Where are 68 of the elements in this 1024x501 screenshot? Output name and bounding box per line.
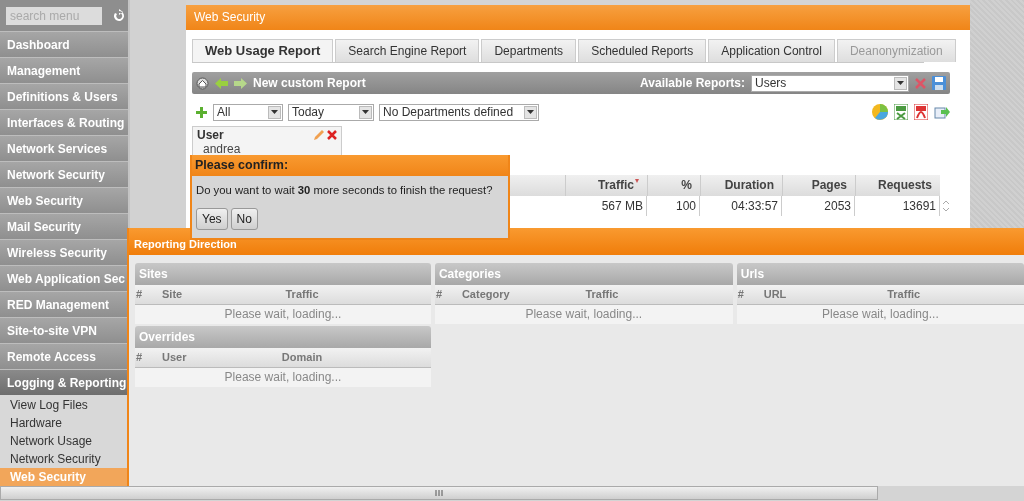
menu-item[interactable]: Wireless Security [0, 239, 128, 265]
table-cell: 567 MB [565, 196, 647, 216]
menu-item[interactable]: RED Management [0, 291, 128, 317]
menu-item[interactable]: Site-to-site VPN [0, 317, 128, 343]
column-header[interactable]: Traffic [262, 285, 342, 304]
filter-dropdown[interactable]: All [213, 103, 283, 121]
tab[interactable]: Web Usage Report [192, 39, 334, 62]
menu-item[interactable]: Management [0, 57, 128, 83]
column-header[interactable]: Site [162, 285, 262, 304]
column-header[interactable]: Pages [782, 175, 855, 196]
available-reports-label: Available Reports: [640, 76, 745, 90]
table-cell: 100 [647, 196, 700, 216]
panel-title: Sites [135, 263, 431, 285]
panel-title: Urls [736, 263, 1024, 285]
tab[interactable]: Scheduled Reports [578, 39, 707, 62]
dialog-button[interactable]: Yes [196, 208, 228, 230]
filter-value: andrea [202, 142, 242, 156]
menu-item[interactable]: Interfaces & Routing [0, 109, 128, 135]
panel-title: Categories [434, 263, 733, 285]
filter-dropdown[interactable]: No Departments defined [379, 103, 539, 121]
tab[interactable]: Application Control [708, 39, 835, 62]
column-header[interactable]: Requests [855, 175, 940, 196]
menu-item[interactable]: Web Security [0, 187, 128, 213]
menu-item[interactable]: Web Application Sec [0, 265, 128, 291]
menu-item[interactable]: Dashboard [0, 31, 128, 57]
table-cell: 13691 [855, 196, 940, 216]
submenu-item[interactable]: Web Security [0, 468, 128, 486]
menu-item[interactable]: Definitions & Users [0, 83, 128, 109]
column-header[interactable]: # [434, 285, 462, 304]
column-header[interactable]: Traffic [565, 175, 647, 196]
column-header[interactable]: Category [461, 285, 562, 304]
tab[interactable]: Departments [481, 39, 577, 62]
dialog-message: Do you want to wait 30 more seconds to finish the request? [195, 183, 494, 196]
column-header[interactable]: % [647, 175, 700, 196]
column-header[interactable]: Traffic [561, 285, 642, 304]
filter-dropdown[interactable]: Today [288, 103, 374, 121]
page-title: Web Security [186, 5, 970, 30]
dialog-button[interactable]: No [230, 208, 258, 230]
column-header[interactable]: Traffic [863, 285, 944, 304]
column-header[interactable]: # [135, 348, 162, 367]
column-header[interactable]: URL [763, 285, 864, 304]
window-title: Reporting Direction [134, 238, 237, 250]
loading-message: Please wait, loading... [224, 370, 342, 384]
menu-item[interactable]: Mail Security [0, 213, 128, 239]
column-header[interactable]: User [162, 348, 262, 367]
tab[interactable]: Search Engine Report [335, 39, 480, 62]
column-header[interactable]: # [736, 285, 764, 304]
table-cell: 04:33:57 [700, 196, 782, 216]
report-title: New custom Report [253, 76, 366, 90]
column-header[interactable]: Duration [700, 175, 782, 196]
loading-message: Please wait, loading... [525, 307, 643, 321]
loading-message: Please wait, loading... [822, 307, 939, 321]
submenu-item[interactable]: Network Security [0, 450, 128, 468]
reports-dropdown[interactable]: Users [751, 74, 909, 92]
menu-item[interactable]: Network Services [0, 135, 128, 161]
table-cell: 2053 [782, 196, 855, 216]
submenu-item[interactable]: View Log Files [0, 396, 128, 414]
column-header[interactable]: Domain [262, 348, 342, 367]
submenu-item[interactable]: Hardware [0, 414, 128, 432]
loading-message: Please wait, loading... [224, 307, 342, 321]
panel-title: Overrides [135, 326, 431, 348]
submenu-item[interactable]: Network Usage [0, 432, 128, 450]
menu-item[interactable]: Remote Access [0, 343, 128, 369]
dialog-title: Please confirm: [195, 158, 289, 172]
menu-item[interactable]: Network Security [0, 161, 128, 187]
menu-item[interactable]: Logging & Reporting [0, 369, 128, 395]
filter-title: User [197, 128, 225, 142]
column-header[interactable]: # [135, 285, 162, 304]
